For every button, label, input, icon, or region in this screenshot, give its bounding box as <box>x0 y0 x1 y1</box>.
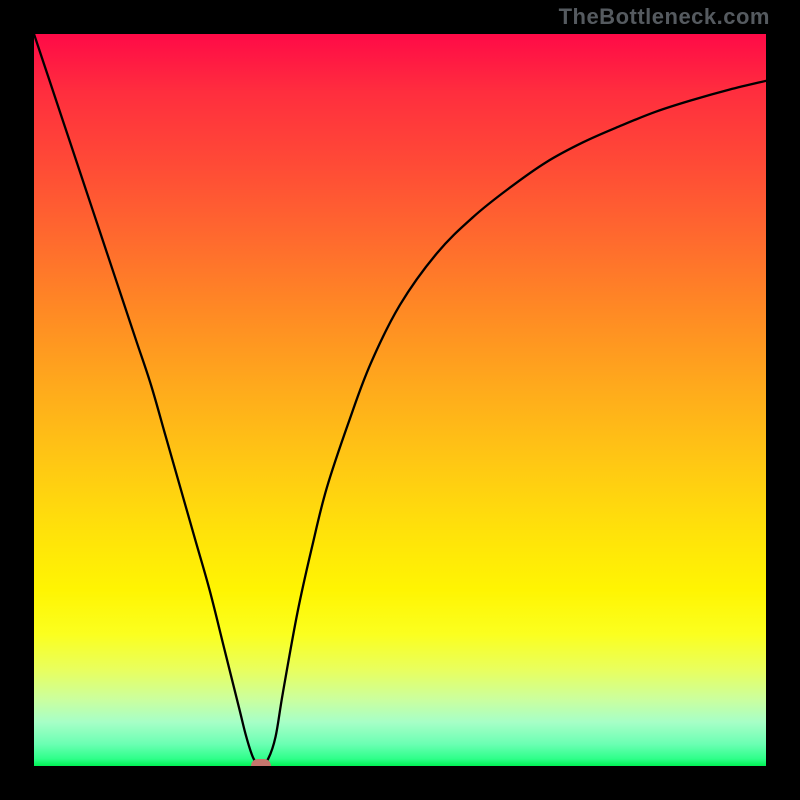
marker-dot <box>251 759 271 766</box>
curve-svg <box>34 34 766 766</box>
bottleneck-curve <box>34 34 766 766</box>
attribution-label: TheBottleneck.com <box>559 4 770 30</box>
plot-area <box>34 34 766 766</box>
chart-container: TheBottleneck.com <box>0 0 800 800</box>
